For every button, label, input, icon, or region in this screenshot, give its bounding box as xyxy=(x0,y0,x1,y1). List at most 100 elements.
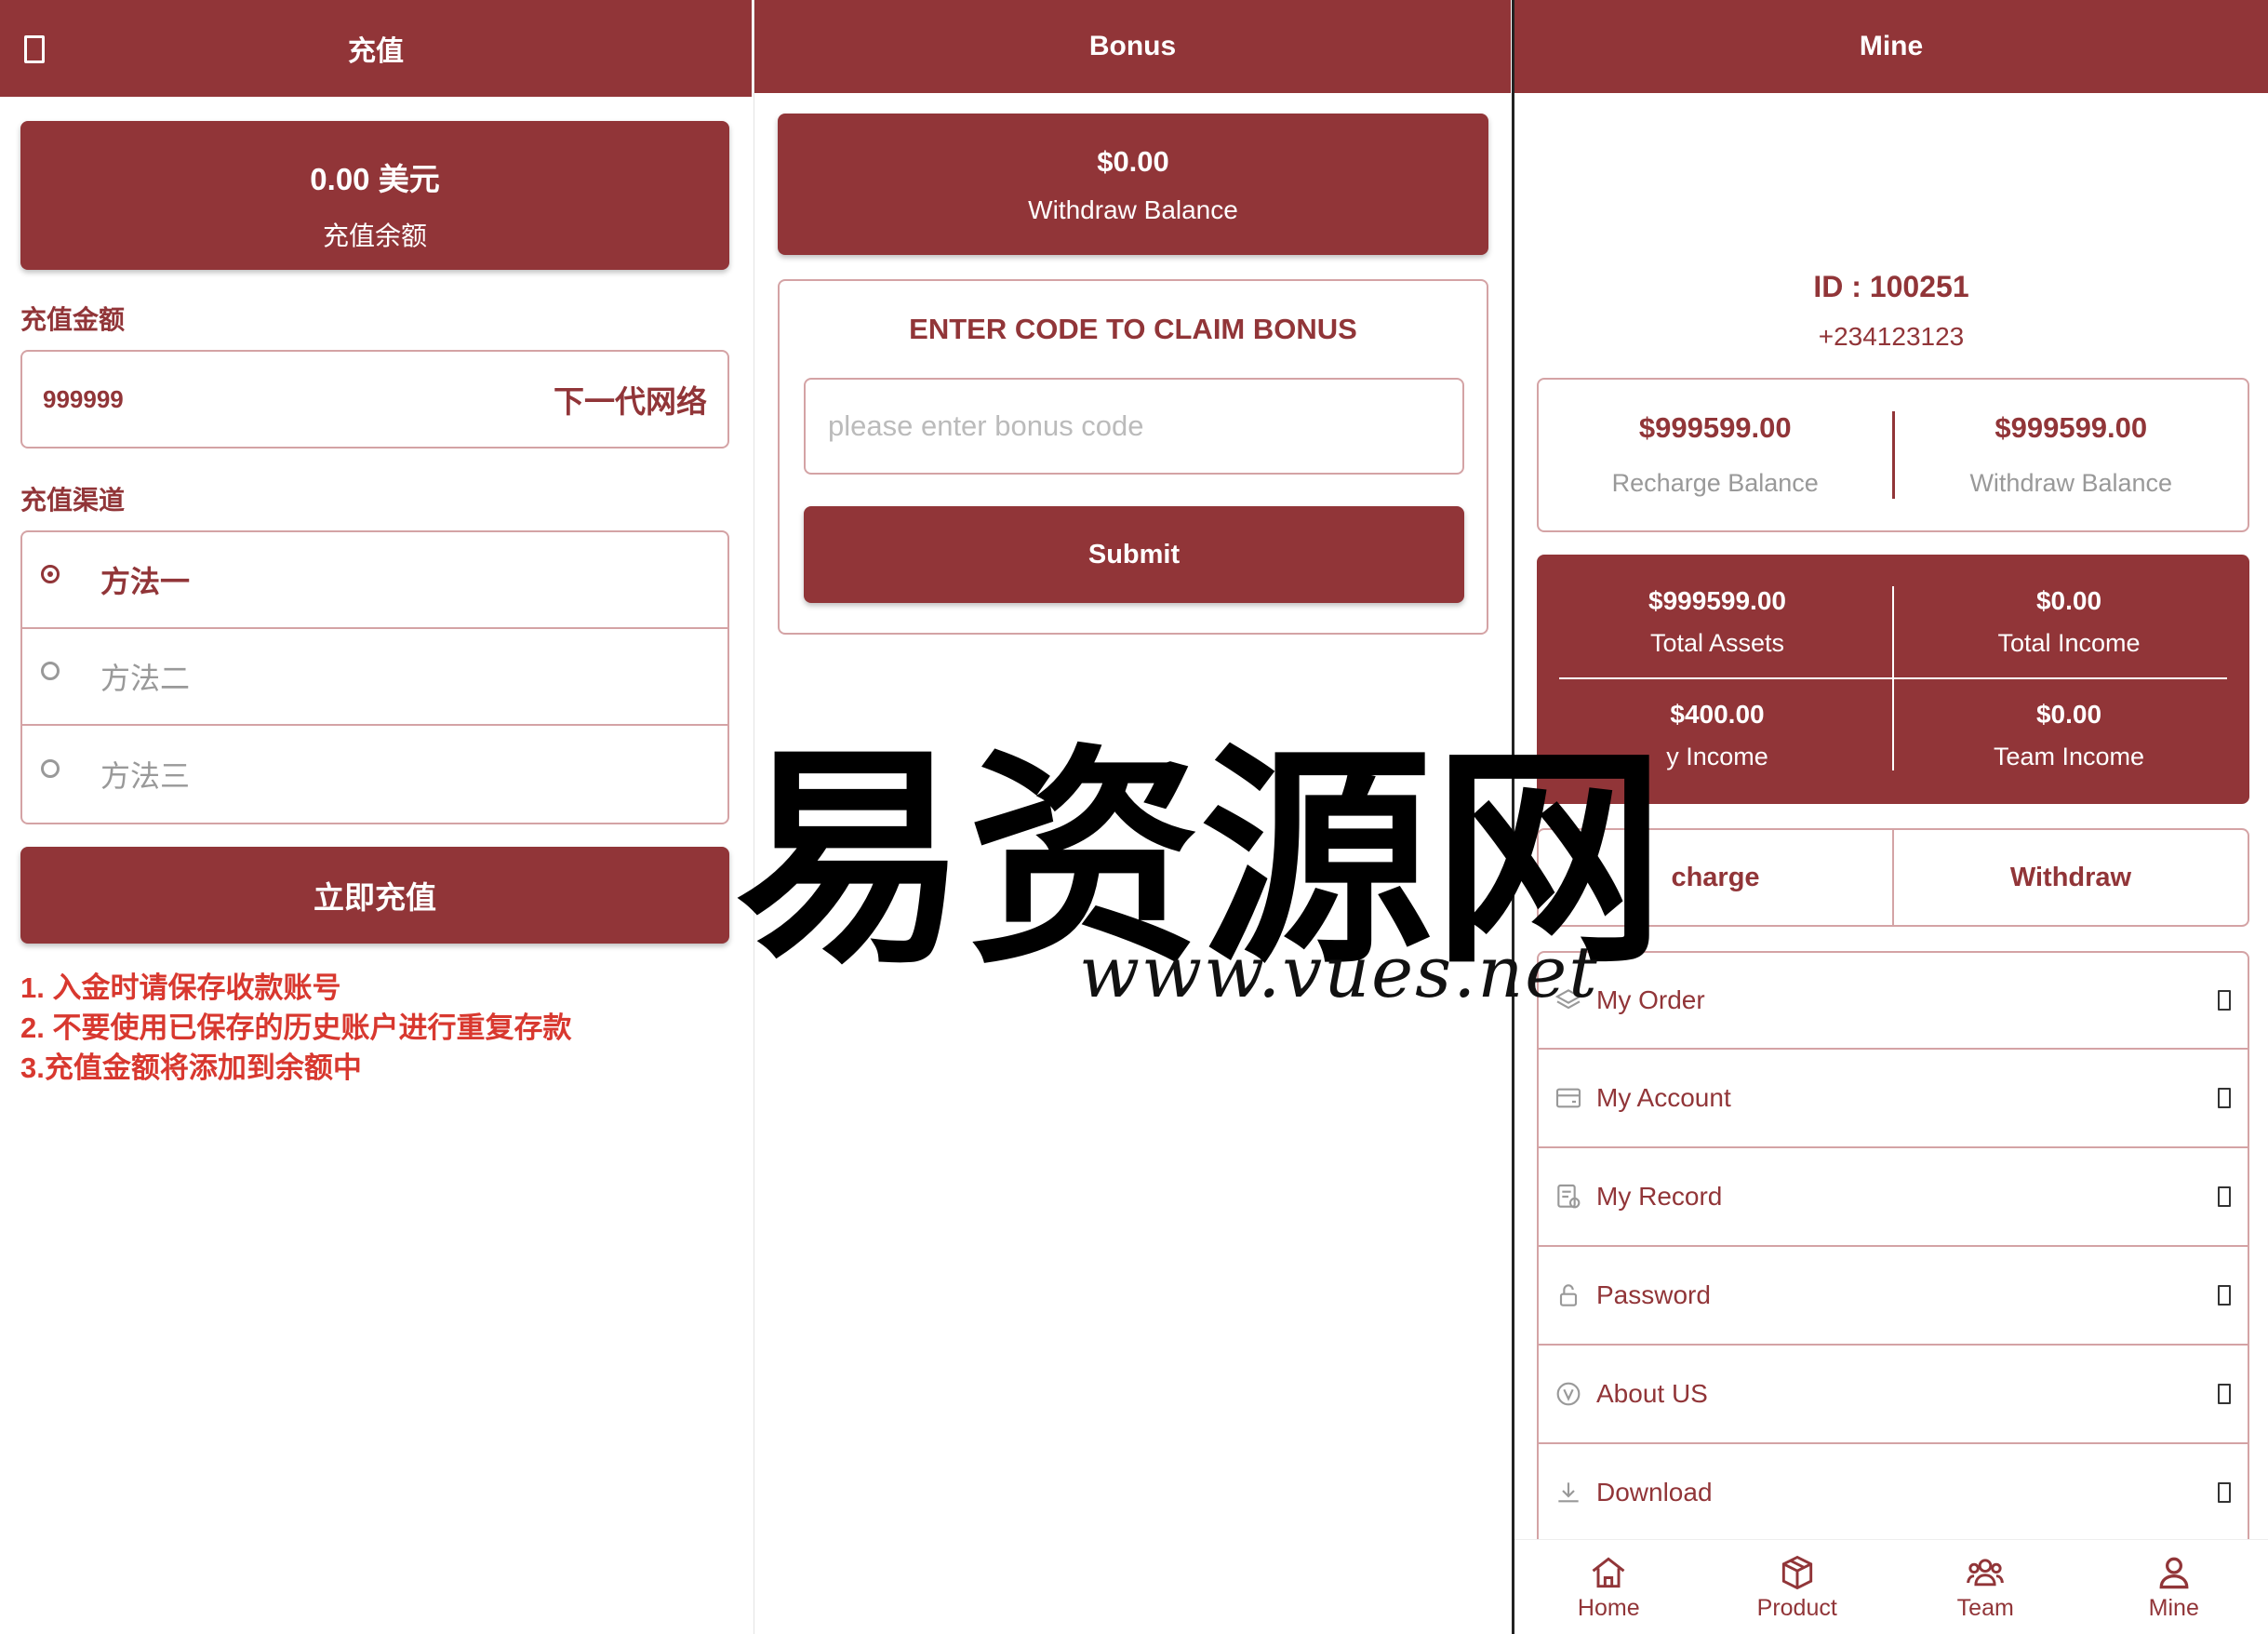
menu-item-my-account[interactable]: My Account xyxy=(1537,1050,2249,1148)
withdraw-button[interactable]: Withdraw xyxy=(1892,830,2248,925)
withdraw-balance-value: $999599.00 xyxy=(1995,411,2148,444)
note-line: 2. 不要使用已保存的历史账户进行重复存款 xyxy=(20,1011,572,1044)
withdraw-balance: $999599.00 Withdraw Balance xyxy=(1891,411,2248,499)
tab-mine[interactable]: Mine xyxy=(2080,1540,2268,1634)
method-option-2[interactable]: 方法二 xyxy=(22,629,727,726)
menu-item-my-order[interactable]: My Order xyxy=(1537,951,2249,1050)
tab-label: Product xyxy=(1756,1595,1837,1621)
daily-income: $400.00 y Income xyxy=(1550,700,1885,771)
user-phone: +234123123 xyxy=(1818,322,1965,351)
tab-product[interactable]: Product xyxy=(1703,1540,1892,1634)
tab-home[interactable]: Home xyxy=(1514,1540,1703,1634)
method-label: 方法二 xyxy=(100,662,191,695)
menu-label: My Order xyxy=(1596,985,1705,1014)
submit-button[interactable]: Submit xyxy=(804,506,1464,603)
total-assets-value: $999599.00 xyxy=(1648,586,1786,615)
record-icon xyxy=(1557,1184,1581,1209)
withdraw-balance-label: Withdraw Balance xyxy=(1028,195,1238,224)
method-list: 方法一 方法二 方法三 xyxy=(20,530,729,824)
lock-icon xyxy=(1559,1284,1578,1306)
page-title: 充值 xyxy=(348,36,404,67)
radio-checked-icon xyxy=(41,565,60,583)
radio-icon xyxy=(41,662,60,680)
chevron-right-icon xyxy=(2218,1384,2231,1404)
daily-income-value: $400.00 xyxy=(1670,700,1765,729)
team-income: $0.00 Team Income xyxy=(1901,700,2236,771)
team-income-label: Team Income xyxy=(1993,743,2145,770)
withdraw-balance-label: Withdraw Balance xyxy=(1969,469,2173,497)
menu-item-my-record[interactable]: My Record xyxy=(1537,1148,2249,1247)
chevron-right-icon xyxy=(2218,1186,2231,1207)
menu-label: My Record xyxy=(1596,1182,1723,1211)
box-icon xyxy=(1781,1555,1812,1590)
channel-label: 充值渠道 xyxy=(20,486,126,515)
recharge-balance-label: 充值余额 xyxy=(322,221,427,250)
menu-item-password[interactable]: Password xyxy=(1537,1247,2249,1346)
total-income-value: $0.00 xyxy=(2035,586,2102,615)
amount-value: 999999 xyxy=(43,384,124,413)
menu-list: My Order My Account My Record Password A… xyxy=(1537,951,2249,1543)
chevron-right-icon xyxy=(2218,1482,2231,1503)
page-title: Mine xyxy=(1859,31,1924,61)
about-icon xyxy=(1556,1382,1581,1406)
method-option-1[interactable]: 方法一 xyxy=(22,532,727,629)
recharge-header: 充值 xyxy=(0,0,752,97)
chevron-right-icon xyxy=(2218,1285,2231,1306)
user-icon xyxy=(2159,1557,2189,1589)
bonus-code-input[interactable] xyxy=(804,378,1464,475)
recharge-balance-card: 0.00 美元 充值余额 xyxy=(20,121,729,270)
recharge-balance: $999599.00 Recharge Balance xyxy=(1539,380,1892,530)
tab-label: Home xyxy=(1577,1595,1640,1621)
team-icon xyxy=(1967,1559,2005,1587)
recharge-button[interactable]: charge xyxy=(1539,830,1892,925)
recharge-balance-value: $999599.00 xyxy=(1638,411,1792,444)
menu-item-download[interactable]: Download xyxy=(1537,1444,2249,1543)
recharge-now-button[interactable]: 立即充值 xyxy=(20,847,729,944)
network-label: 下一代网络 xyxy=(554,384,707,419)
assets-card: $999599.00 Total Assets $0.00 Total Inco… xyxy=(1537,555,2249,804)
total-assets-label: Total Assets xyxy=(1649,629,1785,657)
note-line: 3.充值金额将添加到余额中 xyxy=(20,1051,362,1084)
withdraw-balance-card: $0.00 Withdraw Balance xyxy=(778,114,1488,255)
menu-item-about-us[interactable]: About US xyxy=(1537,1346,2249,1444)
total-income-label: Total Income xyxy=(1997,629,2141,657)
withdraw-balance-amount: $0.00 xyxy=(1097,145,1169,178)
recharge-withdraw-actions: charge Withdraw xyxy=(1537,828,2249,927)
bonus-code-card: ENTER CODE TO CLAIM BONUS Submit xyxy=(778,279,1488,635)
watermark-url: www.vues.net xyxy=(1079,931,1599,1013)
download-icon xyxy=(1558,1482,1579,1503)
home-icon xyxy=(1592,1557,1625,1588)
menu-label: About US xyxy=(1596,1379,1708,1408)
method-label: 方法一 xyxy=(100,565,191,598)
balance-summary: $999599.00 Recharge Balance $999599.00 W… xyxy=(1537,378,2249,532)
recharge-notes: 1. 入金时请保存收款账号 2. 不要使用已保存的历史账户进行重复存款 3.充值… xyxy=(20,968,571,1088)
amount-input[interactable]: 999999 下一代网络 xyxy=(20,350,729,449)
chevron-right-icon xyxy=(2218,990,2231,1011)
radio-icon xyxy=(41,759,60,778)
amount-label: 充值金额 xyxy=(20,305,126,334)
total-income: $0.00 Total Income xyxy=(1901,586,2236,658)
note-line: 1. 入金时请保存收款账号 xyxy=(20,971,341,1004)
tab-team[interactable]: Team xyxy=(1891,1540,2080,1634)
method-option-3[interactable]: 方法三 xyxy=(22,726,727,823)
menu-label: Download xyxy=(1596,1478,1713,1507)
bottom-tab-bar: Home Product Team Mine xyxy=(1514,1539,2268,1634)
daily-income-label: y Income xyxy=(1666,743,1768,770)
tab-label: Team xyxy=(1956,1595,2014,1621)
bonus-code-title: ENTER CODE TO CLAIM BONUS xyxy=(909,313,1357,345)
tab-label: Mine xyxy=(2148,1595,2199,1621)
team-income-value: $0.00 xyxy=(2035,700,2102,729)
back-icon[interactable] xyxy=(24,35,45,63)
total-assets: $999599.00 Total Assets xyxy=(1550,586,1885,658)
user-id: ID : 100251 xyxy=(1813,270,1969,303)
menu-label: My Account xyxy=(1596,1083,1731,1112)
page-title: Bonus xyxy=(1088,31,1177,61)
method-label: 方法三 xyxy=(100,759,191,793)
bonus-panel: Bonus $0.00 Withdraw Balance ENTER CODE … xyxy=(754,0,1511,1634)
wallet-icon xyxy=(1555,1088,1581,1108)
menu-label: Password xyxy=(1596,1280,1711,1309)
chevron-right-icon xyxy=(2218,1088,2231,1108)
divider xyxy=(1559,677,2227,679)
recharge-panel: 充值 0.00 美元 充值余额 充值金额 999999 下一代网络 充值渠道 方… xyxy=(0,0,752,1634)
mine-panel: Mine ID : 100251 +234123123 $999599.00 R… xyxy=(1512,0,2268,1634)
